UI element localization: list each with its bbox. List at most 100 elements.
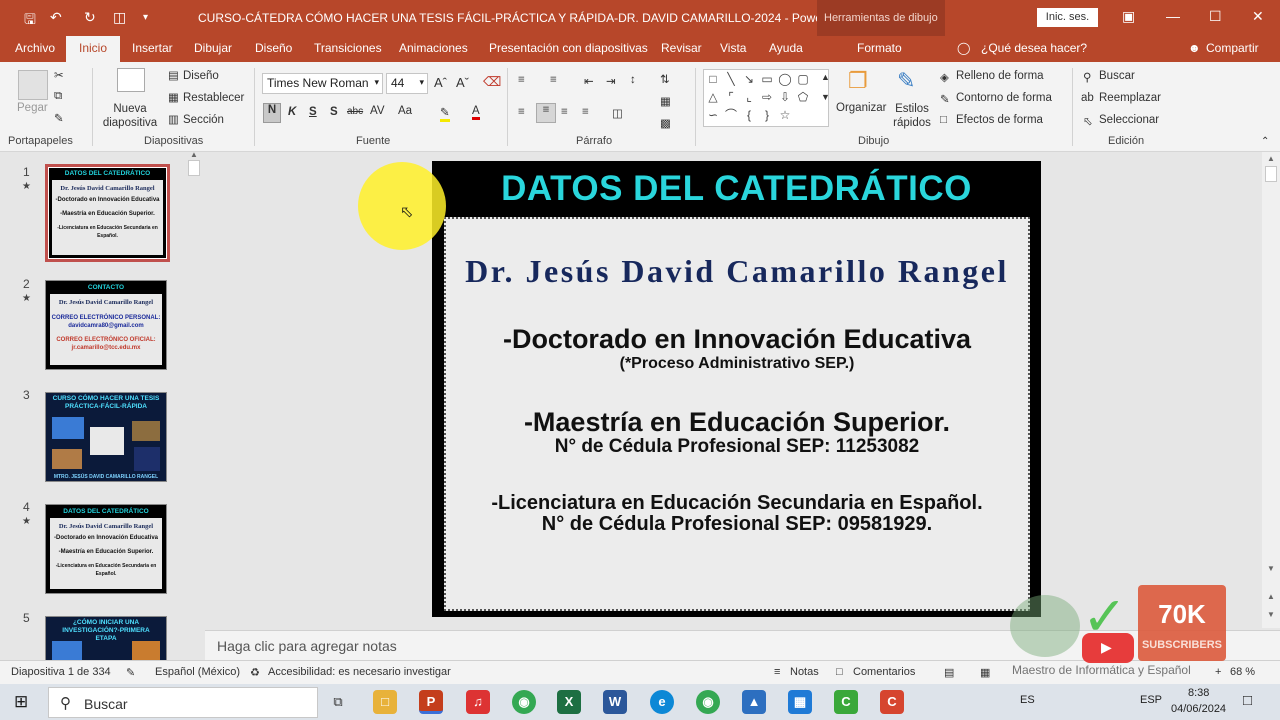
new-slide-icon[interactable] — [117, 68, 145, 92]
share-button[interactable]: Compartir — [1206, 41, 1259, 55]
clock-date[interactable]: 04/06/2024 — [1171, 703, 1226, 715]
recorder-icon[interactable]: C — [880, 690, 904, 714]
language-status[interactable]: Español (México) — [155, 666, 240, 678]
presenter-icon[interactable]: ◫ — [113, 9, 126, 26]
slide-thumbnail-4[interactable]: DATOS DEL CATEDRÁTICO Dr. Jesús David Ca… — [45, 504, 167, 594]
tell-me-input[interactable]: ¿Qué desea hacer? — [981, 41, 1087, 55]
file-explorer-icon[interactable]: □ — [373, 690, 397, 714]
slide-thumbnail-2[interactable]: CONTACTO Dr. Jesús David Camarillo Range… — [45, 280, 167, 370]
new-slide-button[interactable]: Nueva diapositiva — [99, 102, 161, 130]
text-direction-icon[interactable]: ⇅ — [660, 72, 670, 86]
prev-slide-icon[interactable]: ▲ — [1267, 592, 1275, 601]
change-case-icon[interactable]: Aa — [398, 105, 412, 117]
increase-indent-icon[interactable]: ⇥ — [606, 74, 616, 88]
save-icon[interactable]: 🖫 — [24, 9, 36, 33]
scroll-up-icon[interactable]: ▲ — [1267, 154, 1275, 163]
layout-button[interactable]: Diseño — [183, 70, 219, 82]
notifications-icon[interactable]: □ — [1243, 692, 1252, 709]
ribbon-display-icon[interactable]: ▣ — [1122, 8, 1135, 25]
shapes-gallery[interactable]: □ ╲ ↘ ▭ ◯ ▢ △ ⌜ ⌞ ⇨ ⇩ ⬠ ∽ ⌒ {} ☆ — [703, 69, 829, 127]
windows-start-icon[interactable]: ⊞ — [14, 692, 28, 712]
font-color-icon[interactable]: A — [472, 105, 480, 120]
shape-fill-button[interactable]: Relleno de forma — [956, 70, 1044, 82]
shapes-scroll-up-icon[interactable]: ▲ — [821, 72, 830, 82]
zoom-level[interactable]: 68 % — [1230, 666, 1255, 678]
section-button[interactable]: Sección — [183, 114, 224, 126]
align-text-icon[interactable]: ▦ — [660, 94, 671, 108]
slide-thumbnail-5[interactable]: ¿CÓMO INICIAR UNA INVESTIGACIÓN?-PRIMERA… — [45, 616, 167, 660]
app-icon[interactable]: ♫ — [466, 690, 490, 714]
notes-button[interactable]: Notas — [790, 666, 819, 678]
smartart-icon[interactable]: ▩ — [660, 116, 671, 130]
quick-styles-icon[interactable]: ✎ — [897, 68, 915, 94]
edge-icon[interactable]: e — [650, 690, 674, 714]
columns-icon[interactable]: ◫ — [612, 106, 623, 120]
tab-presentacion[interactable]: Presentación con diapositivas — [489, 41, 648, 55]
undo-icon[interactable]: ↶ — [50, 9, 62, 26]
notes-placeholder[interactable]: Haga clic para agregar notas — [217, 638, 397, 654]
camtasia-icon[interactable]: C — [834, 690, 858, 714]
numbering-icon[interactable]: ≡ — [550, 74, 557, 86]
task-view-icon[interactable]: ⧉ — [326, 690, 350, 714]
editor-scrollbar[interactable]: ▲ ▼ ▲ ▼ — [1262, 152, 1280, 628]
signin-button[interactable]: Inic. ses. — [1037, 8, 1098, 27]
char-spacing-icon[interactable]: AV — [370, 105, 385, 117]
notes-icon[interactable]: ≡ — [774, 666, 780, 678]
share-icon[interactable]: ☻ — [1188, 41, 1201, 55]
shapes-scroll-down-icon[interactable]: ▼ — [821, 92, 830, 102]
redo-icon[interactable]: ↻ — [84, 9, 96, 26]
scroll-thumb[interactable] — [188, 160, 200, 176]
slide-title[interactable]: DATOS DEL CATEDRÁTICO — [432, 169, 1041, 209]
word-icon[interactable]: W — [603, 690, 627, 714]
grow-font-icon[interactable]: Aˆ — [434, 75, 447, 90]
normal-view-icon[interactable]: ▤ — [944, 666, 954, 679]
align-center-icon[interactable]: ≡ — [536, 103, 556, 123]
scroll-down-icon[interactable]: ▼ — [1267, 564, 1275, 573]
photos-icon[interactable]: ▲ — [742, 690, 766, 714]
shrink-font-icon[interactable]: Aˇ — [456, 75, 469, 90]
chrome-profile-icon[interactable]: ◉ — [696, 690, 720, 714]
comments-button[interactable]: Comentarios — [853, 666, 915, 678]
shape-effects-button[interactable]: Efectos de forma — [956, 114, 1043, 126]
tab-animaciones[interactable]: Animaciones — [399, 41, 468, 55]
underline-icon[interactable]: S — [309, 106, 317, 118]
calendar-icon[interactable]: ▦ — [788, 690, 812, 714]
strikethrough-icon[interactable]: abc — [347, 106, 363, 117]
tab-formato[interactable]: Formato — [857, 41, 902, 55]
tab-dibujar[interactable]: Dibujar — [194, 41, 232, 55]
arrange-icon[interactable]: ❐ — [848, 68, 868, 94]
comments-icon[interactable]: □ — [836, 666, 843, 678]
format-painter-icon[interactable]: ✎ — [54, 111, 64, 125]
customize-qat-icon[interactable]: ▾ — [143, 12, 148, 23]
decrease-indent-icon[interactable]: ⇤ — [584, 74, 594, 88]
scroll-thumb[interactable] — [1265, 166, 1277, 182]
justify-icon[interactable]: ≡ — [582, 106, 589, 118]
clock-time[interactable]: 8:38 — [1188, 687, 1209, 699]
taskbar-search-text[interactable]: Buscar — [84, 696, 128, 712]
input-language[interactable]: ES — [1020, 694, 1035, 706]
clear-format-icon[interactable]: ⌫ — [483, 74, 501, 90]
replace-button[interactable]: Reemplazar — [1099, 92, 1161, 104]
select-button[interactable]: Seleccionar — [1099, 114, 1159, 126]
tab-diseno[interactable]: Diseño — [255, 41, 292, 55]
maximize-icon[interactable]: ☐ — [1209, 8, 1222, 25]
thumbnails-scrollbar[interactable]: ▲ — [186, 150, 202, 660]
reset-button[interactable]: Restablecer — [183, 92, 244, 104]
powerpoint-icon[interactable]: P — [419, 690, 443, 714]
tab-insertar[interactable]: Insertar — [132, 41, 173, 55]
keyboard-layout[interactable]: ESP — [1140, 694, 1162, 706]
tab-revisar[interactable]: Revisar — [661, 41, 702, 55]
tab-transiciones[interactable]: Transiciones — [314, 41, 382, 55]
align-right-icon[interactable]: ≡ — [561, 106, 568, 118]
copy-icon[interactable]: ⧉ — [54, 90, 62, 103]
shadow-icon[interactable]: S — [330, 106, 338, 118]
paste-button[interactable]: Pegar — [17, 102, 48, 114]
tab-ayuda[interactable]: Ayuda — [769, 41, 803, 55]
font-name-box[interactable]: Times New Roman ▾ — [262, 73, 383, 94]
sorter-view-icon[interactable]: ▦ — [980, 666, 990, 679]
paste-icon[interactable] — [18, 70, 48, 100]
bullets-icon[interactable]: ≡ — [518, 74, 525, 86]
italic-icon[interactable]: K — [288, 106, 296, 118]
cut-icon[interactable]: ✂ — [54, 68, 64, 82]
tab-vista[interactable]: Vista — [720, 41, 746, 55]
